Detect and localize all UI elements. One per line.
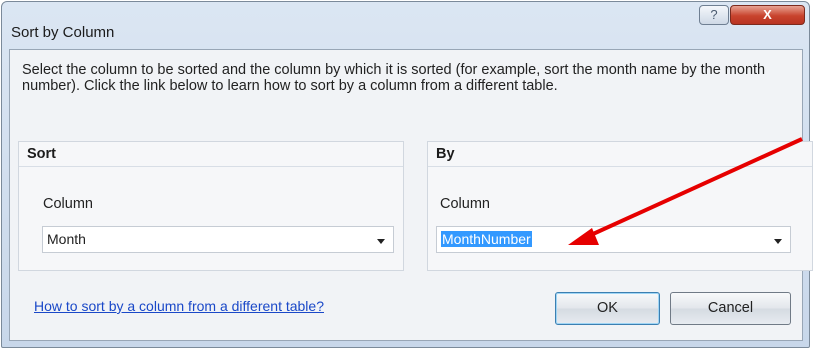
dropdown-arrow-icon[interactable]: [774, 239, 782, 244]
cancel-button[interactable]: Cancel: [670, 292, 791, 325]
sort-section-header: Sort: [19, 142, 403, 167]
by-column-dropdown[interactable]: MonthNumber: [436, 226, 791, 253]
by-column-value: MonthNumber: [441, 231, 532, 247]
dropdown-arrow-icon[interactable]: [377, 239, 385, 244]
dialog-title: Sort by Column: [11, 24, 115, 41]
sort-help-link[interactable]: How to sort by a column from a different…: [34, 298, 324, 314]
help-icon: ?: [710, 7, 718, 22]
help-button[interactable]: ?: [699, 5, 729, 25]
sort-column-value: Month: [47, 231, 86, 247]
description-text: Select the column to be sorted and the c…: [22, 62, 766, 94]
by-section-header: By: [428, 142, 812, 167]
sort-column-label: Column: [43, 196, 93, 212]
ok-button[interactable]: OK: [555, 292, 660, 325]
sort-column-dropdown[interactable]: Month: [42, 226, 394, 253]
close-icon: X: [763, 7, 772, 22]
close-button[interactable]: X: [730, 5, 805, 25]
by-column-label: Column: [440, 196, 490, 212]
